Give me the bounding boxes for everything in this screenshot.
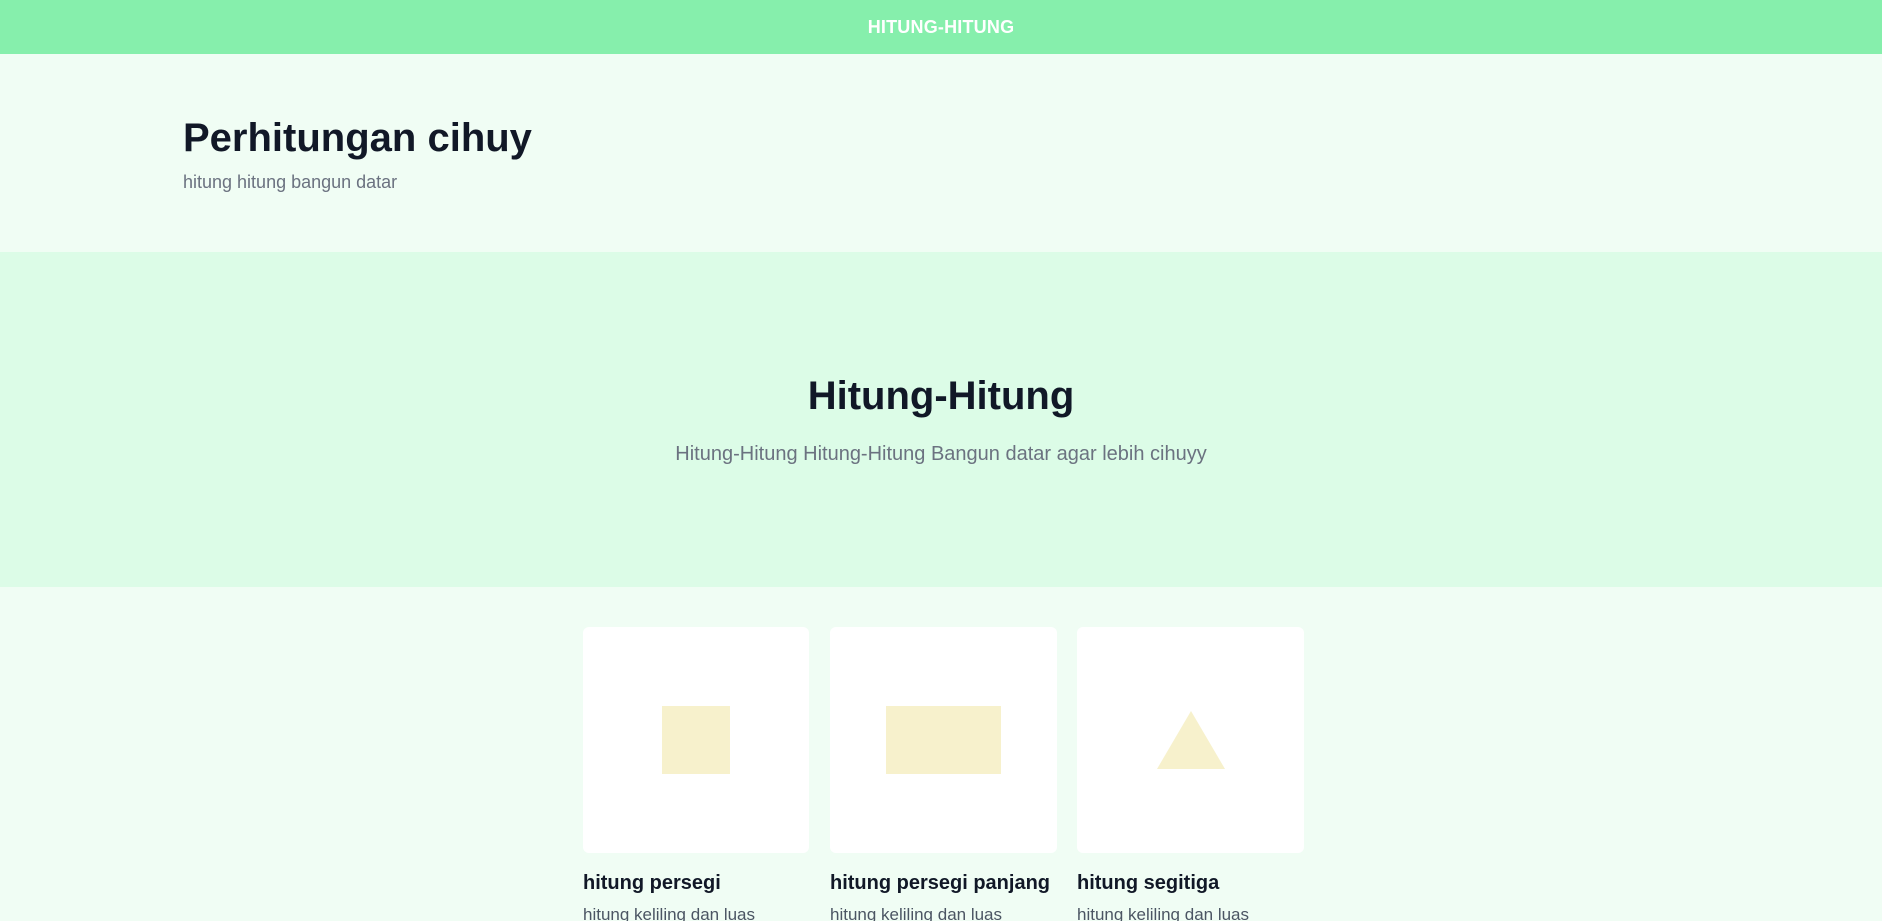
card-thumbnail[interactable] (830, 627, 1057, 853)
card-thumbnail[interactable] (583, 627, 809, 853)
card-title[interactable]: hitung persegi panjang (830, 872, 1056, 895)
card-title[interactable]: hitung segitiga (1077, 872, 1303, 895)
hero-subtitle: Hitung-Hitung Hitung-Hitung Bangun datar… (675, 442, 1207, 465)
card-description: hitung keliling dan luas (1077, 905, 1250, 921)
card-segitiga[interactable]: hitung segitiga hitung keliling dan luas (1077, 627, 1304, 921)
calculator-cards: hitung persegi hitung keliling dan luas … (0, 587, 1882, 921)
page-subtitle: hitung hitung bangun datar (183, 172, 398, 192)
rectangle-shape-icon (886, 706, 1001, 774)
card-description: hitung keliling dan luas (830, 905, 1003, 921)
page-title: Perhitungan cihuy (183, 116, 532, 160)
square-shape-icon (662, 706, 730, 774)
card-persegi-panjang[interactable]: hitung persegi panjang hitung keliling d… (830, 627, 1057, 921)
hero-title: Hitung-Hitung (807, 373, 1075, 418)
card-title[interactable]: hitung persegi (583, 872, 809, 895)
page-header: Perhitungan cihuy hitung hitung bangun d… (0, 54, 1882, 252)
card-thumbnail[interactable] (1077, 627, 1304, 853)
triangle-shape-icon (1156, 711, 1225, 769)
hero-section: Hitung-Hitung Hitung-Hitung Hitung-Hitun… (0, 252, 1882, 587)
navbar-brand[interactable]: HITUNG-HITUNG (868, 17, 1015, 38)
card-persegi[interactable]: hitung persegi hitung keliling dan luas (583, 627, 809, 921)
top-navbar: HITUNG-HITUNG (0, 0, 1882, 54)
card-description: hitung keliling dan luas (583, 905, 756, 921)
